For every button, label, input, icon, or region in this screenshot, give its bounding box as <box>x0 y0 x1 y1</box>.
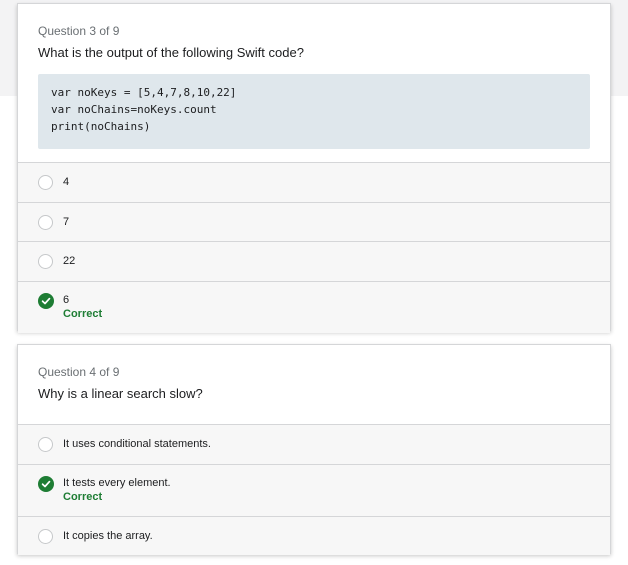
radio-empty-icon[interactable] <box>38 214 53 230</box>
radio-empty-icon[interactable] <box>38 175 53 190</box>
code-line: var noKeys = [5,4,7,8,10,22] <box>51 86 237 99</box>
answer-label: 6 <box>63 293 70 306</box>
radio-empty-icon[interactable] <box>38 437 53 452</box>
question-header: Question 3 of 9 What is the output of th… <box>18 4 610 149</box>
question-counter: Question 3 of 9 <box>38 24 120 38</box>
radio-empty-icon[interactable] <box>38 254 53 269</box>
answer-label: It tests every element. <box>63 476 171 489</box>
code-line: print(noChains) <box>51 120 151 133</box>
answer-option-tests-every-element[interactable]: It tests every element. Correct <box>18 463 610 516</box>
answer-options: 4 7 22 6 Correct <box>18 162 610 333</box>
question-card-3: Question 3 of 9 What is the output of th… <box>17 3 611 333</box>
question-card-4: Question 4 of 9 Why is a linear search s… <box>17 344 611 555</box>
check-circle-icon[interactable] <box>38 475 54 492</box>
answer-label: 4 <box>63 176 70 188</box>
radio-empty-icon[interactable] <box>38 528 53 544</box>
correct-feedback: Correct <box>63 490 103 503</box>
answer-option-22[interactable]: 22 <box>18 241 610 281</box>
answer-label: 22 <box>63 255 76 267</box>
answer-option-6[interactable]: 6 Correct <box>18 280 610 333</box>
question-prompt: Why is a linear search slow? <box>38 386 203 401</box>
answer-option-7[interactable]: 7 <box>18 201 610 241</box>
answer-label: 7 <box>63 215 70 228</box>
answer-options: It uses conditional statements. It tests… <box>18 424 610 555</box>
answer-label: It uses conditional statements. <box>63 438 211 450</box>
question-counter: Question 4 of 9 <box>38 365 120 379</box>
answer-label: It copies the array. <box>63 529 153 542</box>
check-circle-icon[interactable] <box>38 292 54 309</box>
code-line: var noChains=noKeys.count <box>51 103 217 116</box>
correct-feedback: Correct <box>63 307 103 320</box>
question-prompt: What is the output of the following Swif… <box>38 45 304 60</box>
answer-option-4[interactable]: 4 <box>18 162 610 202</box>
question-header: Question 4 of 9 Why is a linear search s… <box>18 345 610 402</box>
answer-option-conditional-statements[interactable]: It uses conditional statements. <box>18 424 610 464</box>
code-snippet: var noKeys = [5,4,7,8,10,22] var noChain… <box>38 74 590 149</box>
answer-option-copies-array[interactable]: It copies the array. <box>18 515 610 555</box>
